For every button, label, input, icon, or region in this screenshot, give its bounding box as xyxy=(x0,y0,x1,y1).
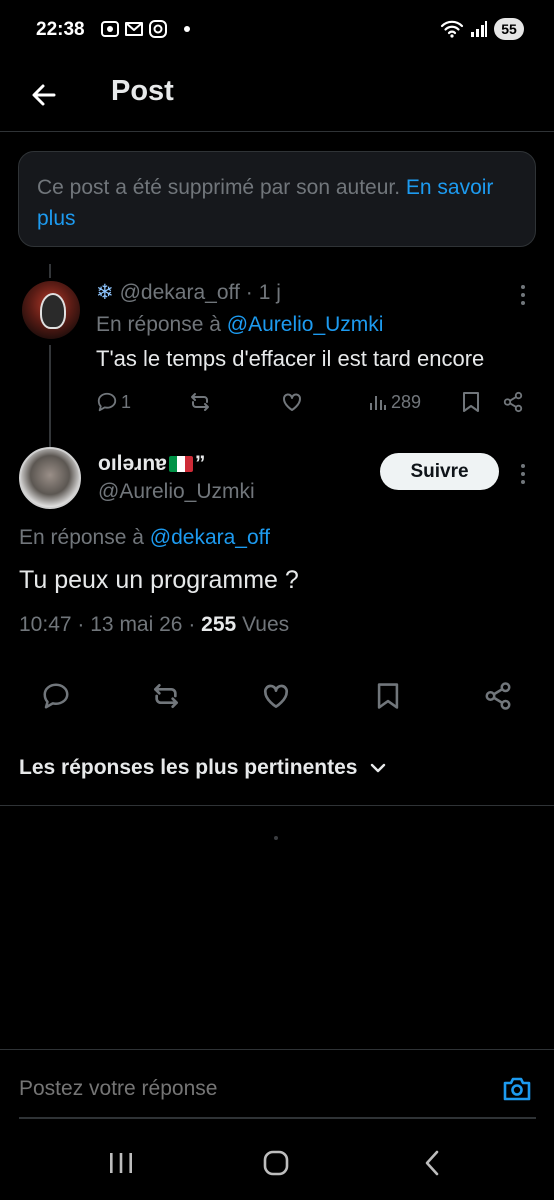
signal-icon xyxy=(471,21,487,37)
display-name-text: oıləɹnɐ xyxy=(98,452,167,475)
italy-flag-icon xyxy=(168,456,193,472)
replies-sort-selector[interactable]: Les réponses les plus pertinentes xyxy=(19,756,387,780)
header-separator: · xyxy=(245,280,253,304)
views-count: 289 xyxy=(391,391,422,412)
reply-post-age: 1 j xyxy=(258,280,281,304)
battery-indicator: 55 xyxy=(494,18,524,40)
camera-button[interactable] xyxy=(497,1069,537,1109)
reply-count: 1 xyxy=(121,391,132,412)
snowflake-emoji: ❄ xyxy=(96,281,114,304)
author-display-name[interactable]: oıləɹnɐ ” xyxy=(98,452,205,476)
reply-post-handle[interactable]: @dekara_off xyxy=(120,281,240,305)
display-name-suffix: ” xyxy=(194,452,206,475)
repost-button[interactable] xyxy=(144,674,188,718)
repost-icon xyxy=(191,393,209,411)
screen-record-icon xyxy=(101,21,119,37)
thread-connector-line xyxy=(49,345,51,453)
reply-composer xyxy=(0,1049,554,1119)
like-button[interactable] xyxy=(280,388,304,416)
recent-apps-icon xyxy=(110,1153,132,1173)
status-bar: 22:38 55 xyxy=(0,0,554,62)
deleted-notice-text: Ce post a été supprimé par son auteur. xyxy=(37,176,406,199)
reply-post-text: T'as le temps d'effacer il est tard enco… xyxy=(96,346,485,371)
divider xyxy=(0,805,554,806)
share-button[interactable] xyxy=(476,674,520,718)
share-button[interactable] xyxy=(502,388,524,416)
arrow-left-icon xyxy=(32,84,56,106)
composer-underline xyxy=(19,1117,536,1119)
follow-button[interactable]: Suivre xyxy=(380,453,499,490)
bookmark-icon xyxy=(463,392,479,412)
reply-context: En réponse à @dekara_off xyxy=(19,526,270,550)
chevron-down-icon xyxy=(371,763,386,773)
status-notification-icons xyxy=(100,19,190,39)
avatar[interactable] xyxy=(19,447,81,509)
bookmark-button[interactable] xyxy=(366,674,410,718)
post-actions xyxy=(0,674,554,718)
views-count[interactable]: 255 xyxy=(201,613,236,636)
more-options-icon[interactable] xyxy=(513,460,533,488)
reply-post-actions: 1 289 xyxy=(96,388,536,418)
author-handle[interactable]: @Aurelio_Uzmki xyxy=(98,480,255,504)
deleted-post-notice: Ce post a été supprimé par son auteur. E… xyxy=(18,151,536,247)
post-date: 13 mai 26 xyxy=(90,613,183,636)
system-back-button[interactable] xyxy=(407,1143,457,1183)
post-text: Tu peux un programme ? xyxy=(19,566,299,594)
reply-button[interactable]: 1 xyxy=(96,388,131,416)
status-time: 22:38 xyxy=(36,19,85,40)
reply-input[interactable] xyxy=(19,1077,459,1101)
home-button[interactable] xyxy=(251,1143,301,1183)
camera-icon xyxy=(503,1077,531,1101)
repost-button[interactable] xyxy=(188,388,212,416)
notification-dot-icon xyxy=(184,26,190,32)
more-options-icon[interactable] xyxy=(513,281,533,309)
repost-icon xyxy=(154,684,178,708)
comment-icon xyxy=(97,392,117,412)
meta-separator: · xyxy=(188,613,196,636)
heart-icon xyxy=(263,684,289,708)
thread-connector-line xyxy=(49,264,51,278)
reply-post-header: ❄ @dekara_off · 1 j xyxy=(96,280,281,305)
avatar[interactable] xyxy=(22,281,80,339)
like-button[interactable] xyxy=(254,674,298,718)
bookmark-icon xyxy=(377,683,399,709)
views-button[interactable]: 289 xyxy=(368,388,421,416)
status-system-icons: 55 xyxy=(440,18,524,40)
reply-context-prefix: En réponse à xyxy=(19,526,150,549)
bookmark-button[interactable] xyxy=(460,388,482,416)
page-title: Post xyxy=(111,75,174,107)
system-navigation-bar xyxy=(0,1125,554,1200)
reply-context: En réponse à @Aurelio_Uzmki xyxy=(96,313,383,337)
mention-link[interactable]: @dekara_off xyxy=(150,526,270,549)
reply-context-prefix: En réponse à xyxy=(96,313,227,336)
wifi-icon xyxy=(440,20,464,38)
mention-link[interactable]: @Aurelio_Uzmki xyxy=(227,313,384,336)
back-button[interactable] xyxy=(22,73,66,117)
analytics-icon xyxy=(370,396,386,410)
views-label: Vues xyxy=(242,613,290,636)
post-metadata: 10:47 · 13 mai 26 · 255 Vues xyxy=(19,613,289,637)
gmail-icon xyxy=(125,22,143,36)
instagram-icon xyxy=(149,20,167,38)
post-time: 10:47 xyxy=(19,613,72,636)
reply-button[interactable] xyxy=(34,674,78,718)
comment-icon xyxy=(43,683,69,709)
top-app-bar: Post xyxy=(0,62,554,132)
heart-icon xyxy=(283,393,301,411)
chevron-left-icon xyxy=(425,1150,439,1176)
replies-sort-label: Les réponses les plus pertinentes xyxy=(19,756,358,779)
meta-separator: · xyxy=(77,613,85,636)
recent-apps-button[interactable] xyxy=(96,1143,146,1183)
loading-indicator xyxy=(274,836,278,840)
home-icon xyxy=(263,1150,289,1176)
share-icon xyxy=(503,391,523,413)
share-icon xyxy=(485,682,511,710)
